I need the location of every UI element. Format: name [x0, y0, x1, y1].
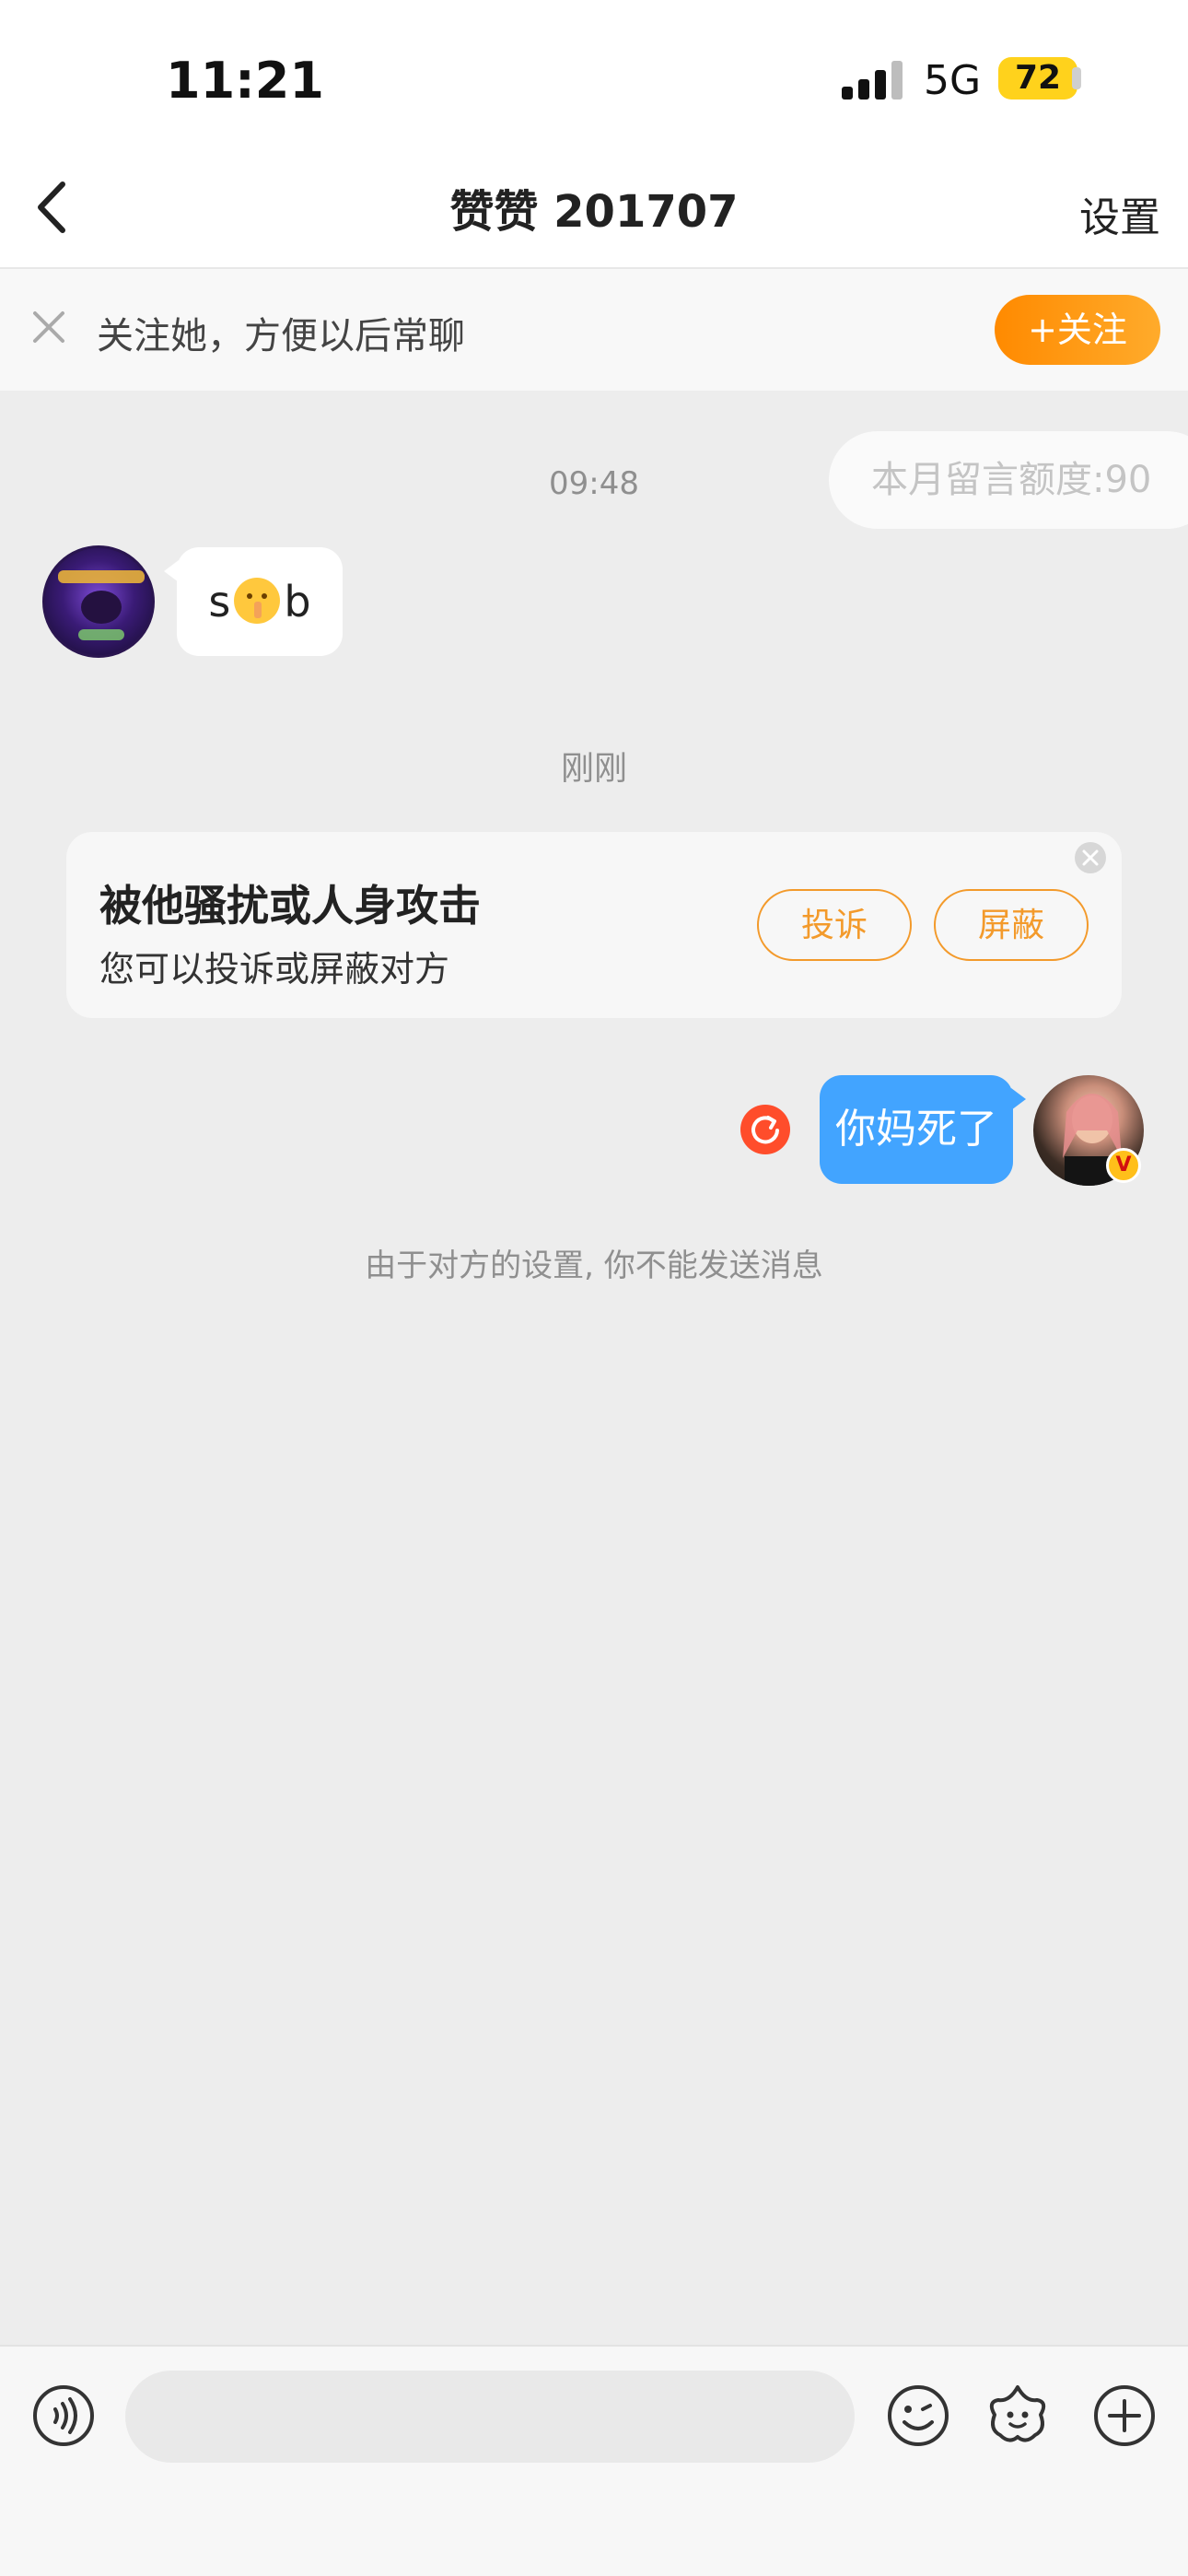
follow-button[interactable]: +关注 — [995, 295, 1160, 365]
sticker-icon[interactable] — [984, 2383, 1052, 2448]
battery-level: 72 — [1014, 59, 1062, 97]
close-icon[interactable] — [1074, 841, 1107, 874]
harassment-card-subtitle: 您可以投诉或屏蔽对方 — [99, 949, 450, 989]
status-time: 11:21 — [166, 52, 324, 110]
block-button[interactable]: 屏蔽 — [934, 889, 1089, 961]
back-chevron-icon[interactable] — [22, 175, 87, 240]
message-text-prefix: s — [208, 577, 231, 626]
timestamp: 09:48 — [549, 465, 639, 502]
outgoing-message-bubble[interactable]: 你妈死了 — [820, 1075, 1026, 1184]
voice-icon[interactable] — [31, 2383, 96, 2448]
follow-banner-text: 关注她，方便以后常聊 — [97, 315, 465, 357]
status-bar: 11:21 5G 72 — [0, 0, 1188, 147]
retry-icon[interactable] — [740, 1105, 790, 1154]
settings-button[interactable]: 设置 — [1079, 184, 1160, 243]
shushing-face-emoji-icon — [234, 578, 281, 624]
close-icon[interactable] — [26, 304, 72, 350]
avatar-contact[interactable] — [42, 545, 155, 658]
quota-chip: 本月留言额度:90 — [829, 431, 1188, 529]
battery-tip — [1072, 67, 1081, 89]
message-input[interactable] — [125, 2371, 855, 2463]
timestamp: 刚刚 — [560, 750, 627, 788]
signal-icon — [842, 61, 903, 100]
harassment-card-title: 被他骚扰或人身攻击 — [99, 881, 481, 931]
message-text-suffix: b — [284, 577, 311, 626]
report-button[interactable]: 投诉 — [757, 889, 912, 961]
emoji-icon[interactable] — [886, 2383, 950, 2448]
follow-banner: 关注她，方便以后常聊 +关注 — [0, 269, 1188, 391]
verified-badge-icon: V — [1106, 1148, 1141, 1183]
network-type: 5G — [924, 57, 982, 104]
page-title: 赞赞 201707 — [449, 186, 739, 238]
input-bar — [0, 2345, 1188, 2576]
nav-bar: 赞赞 201707 设置 — [0, 147, 1188, 269]
system-note: 由于对方的设置, 你不能发送消息 — [365, 1247, 823, 1284]
avatar-art — [58, 570, 145, 640]
plus-icon[interactable] — [1092, 2383, 1157, 2448]
incoming-message-bubble[interactable]: s b — [164, 547, 343, 656]
battery-icon: 72 — [998, 57, 1077, 100]
harassment-card: 被他骚扰或人身攻击 您可以投诉或屏蔽对方 投诉 屏蔽 — [66, 832, 1122, 1018]
